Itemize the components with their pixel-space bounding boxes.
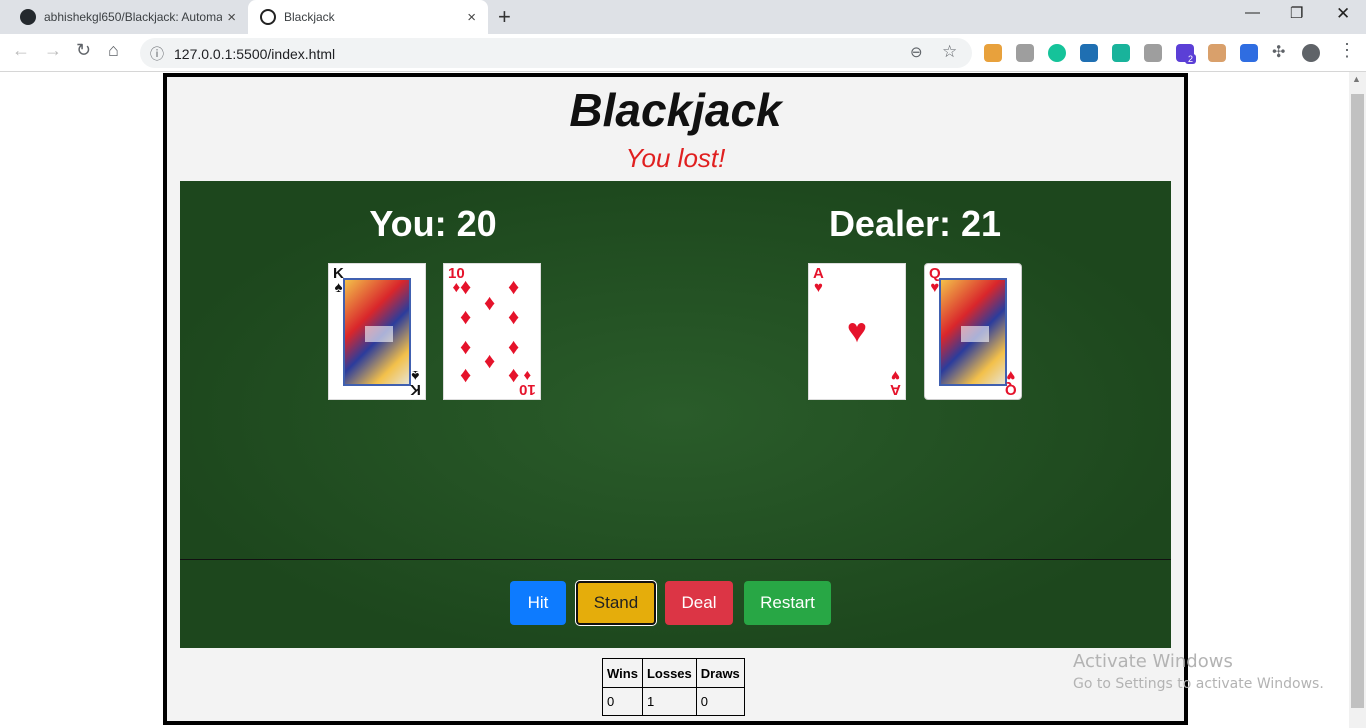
diamond-pip-icon: ♦ (484, 348, 496, 373)
king-face-art (343, 278, 411, 386)
diamond-pip-icon: ♦ (508, 362, 520, 387)
watermark-title: Activate Windows (1073, 651, 1233, 672)
wins-value: 0 (602, 687, 643, 716)
extension-badge: 2 (1185, 54, 1197, 64)
back-icon[interactable]: ← (12, 40, 30, 61)
card-corner: Q ♥ (1005, 367, 1017, 398)
diamond-pip-icon: ♦ (508, 274, 520, 299)
scroll-up-icon[interactable]: ▲ (1352, 74, 1361, 84)
player-score: You: 20 (369, 203, 497, 244)
extension-icon[interactable] (1016, 44, 1034, 62)
maximize-icon[interactable]: ❐ (1290, 4, 1303, 22)
diamond-pip-icon: ♦ (508, 334, 520, 359)
new-tab-icon[interactable]: + (498, 4, 511, 30)
address-bar[interactable]: ⓘ 127.0.0.1:5500/index.html ⊖ ☆ (140, 38, 972, 68)
losses-header: Losses (641, 658, 697, 688)
tab-bar: abhishekgl650/Blackjack: Automa × Blackj… (0, 0, 1366, 34)
diamond-pip-icon: ♦ (484, 290, 496, 315)
stand-button[interactable]: Stand (576, 581, 656, 625)
diamond-pip-icon: ♦ (508, 304, 520, 329)
tab-blackjack[interactable]: Blackjack × (248, 0, 488, 34)
browser-toolbar: ← → ↻ ⌂ ⓘ 127.0.0.1:5500/index.html ⊖ ☆ … (0, 34, 1366, 72)
zoom-icon[interactable]: ⊖ (910, 43, 923, 61)
tab-title: abhishekgl650/Blackjack: Automa (44, 10, 222, 24)
result-message: You lost! (625, 143, 726, 173)
diamond-pip-icon: ♦ (460, 274, 472, 299)
dealer-card-1: A ♥ ♥ A ♥ (808, 263, 906, 400)
windows-activation-watermark: Activate Windows Go to Settings to activ… (1073, 651, 1324, 692)
forward-icon[interactable]: → (44, 40, 62, 61)
draws-value: 0 (695, 687, 745, 716)
losses-value: 1 (641, 687, 697, 716)
diamond-pip-icon: ♦ (460, 334, 472, 359)
draws-header: Draws (695, 658, 745, 688)
score-table: Wins Losses Draws 0 1 0 (602, 658, 745, 716)
minimize-icon[interactable]: — (1245, 4, 1260, 21)
diamond-pip-icon: ♦ (460, 304, 472, 329)
restart-button[interactable]: Restart (744, 581, 831, 625)
table-divider (180, 559, 1171, 560)
extensions-puzzle-icon[interactable]: ✣ (1272, 42, 1285, 62)
tab-github[interactable]: abhishekgl650/Blackjack: Automa × (8, 0, 248, 34)
extension-icon[interactable] (1144, 44, 1162, 62)
extension-icon[interactable] (1208, 44, 1226, 62)
extension-icon[interactable] (1080, 44, 1098, 62)
heart-pip-icon: ♥ (846, 312, 868, 350)
dealer-score: Dealer: 21 (828, 203, 1002, 244)
card-corner: 10 ♦ (519, 367, 536, 398)
bookmark-star-icon[interactable]: ☆ (942, 42, 957, 62)
menu-icon[interactable]: ⋮ (1338, 40, 1356, 61)
hit-button[interactable]: Hit (510, 581, 566, 625)
github-icon (20, 9, 36, 25)
tab-close-icon[interactable]: × (227, 9, 236, 26)
blackjack-favicon-icon (260, 9, 276, 25)
player-card-2: 10 ♦ ♦ ♦ ♦ ♦ ♦ ♦ ♦ ♦ ♦ ♦ 10 ♦ (443, 263, 541, 400)
home-icon[interactable]: ⌂ (108, 40, 119, 61)
cookie-extension-icon[interactable] (984, 44, 1002, 62)
score-values-row: 0 1 0 (602, 687, 745, 716)
tab-close-icon[interactable]: × (467, 9, 476, 26)
reload-icon[interactable]: ↻ (76, 40, 91, 61)
diamond-pip-icon: ♦ (460, 362, 472, 387)
wins-header: Wins (602, 658, 643, 688)
card-corner: K ♠ (410, 367, 421, 398)
score-header-row: Wins Losses Draws (602, 658, 745, 688)
player-card-1: K ♠ K ♠ (328, 263, 426, 400)
profile-avatar-icon[interactable] (1302, 44, 1320, 62)
card-table: You: 20 Dealer: 21 K ♠ K ♠ 10 ♦ ♦ ♦ ♦ ♦ ♦ ♦… (180, 181, 1171, 648)
extension-icon[interactable] (1112, 44, 1130, 62)
queen-face-art (939, 278, 1007, 386)
watermark-subtitle: Go to Settings to activate Windows. (1073, 676, 1324, 692)
page-title: Blackjack (569, 84, 782, 136)
card-corner: A ♥ (890, 367, 901, 398)
info-icon[interactable]: ⓘ (150, 44, 164, 64)
url-text[interactable]: 127.0.0.1:5500/index.html (174, 46, 335, 62)
extension-icon[interactable] (1240, 44, 1258, 62)
tab-title: Blackjack (284, 10, 335, 24)
game-container: Blackjack You lost! You: 20 Dealer: 21 K… (163, 73, 1188, 725)
card-corner: A ♥ (813, 265, 824, 296)
dealer-card-2: Q ♥ Q ♥ (924, 263, 1022, 400)
deal-button[interactable]: Deal (665, 581, 733, 625)
grammarly-icon[interactable] (1048, 44, 1066, 62)
close-window-icon[interactable]: ✕ (1336, 4, 1350, 24)
scrollbar-thumb[interactable] (1351, 94, 1364, 708)
